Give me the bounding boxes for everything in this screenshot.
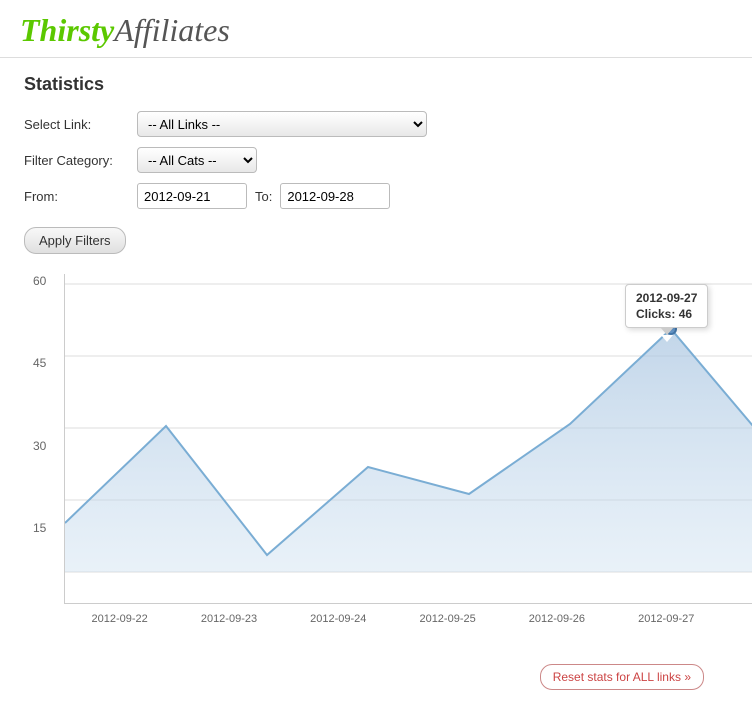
to-label: To:	[255, 189, 272, 204]
x-label-0922: 2012-09-22	[92, 613, 148, 625]
to-date-input[interactable]	[280, 183, 390, 209]
tooltip-clicks-value: 46	[679, 307, 692, 321]
tooltip-arrow-inner	[661, 335, 673, 342]
x-label-0924: 2012-09-24	[310, 613, 366, 625]
chart-wrapper: 60 45 30 15	[64, 274, 728, 604]
logo-affiliates: Affiliates	[114, 12, 230, 48]
select-link-row: Select Link: -- All Links --	[24, 111, 728, 137]
logo: ThirstyAffiliates	[20, 12, 732, 49]
y-label-15: 15	[33, 521, 46, 535]
y-axis-labels: 60 45 30 15	[33, 274, 46, 603]
select-link-label: Select Link:	[24, 117, 129, 132]
logo-thirsty: Thirsty	[20, 12, 114, 48]
tooltip-clicks: Clicks: 46	[636, 307, 697, 321]
select-link-dropdown[interactable]: -- All Links --	[137, 111, 427, 137]
from-date-input[interactable]	[137, 183, 247, 209]
page-title: Statistics	[24, 74, 728, 95]
filter-category-row: Filter Category: -- All Cats --	[24, 147, 728, 173]
x-axis-labels: 2012-09-22 2012-09-23 2012-09-24 2012-09…	[65, 613, 752, 625]
x-label-0926: 2012-09-26	[529, 613, 585, 625]
tooltip: 2012-09-27 Clicks: 46	[625, 284, 708, 328]
filter-category-label: Filter Category:	[24, 153, 129, 168]
content: Statistics Select Link: -- All Links -- …	[0, 58, 752, 706]
y-label-45: 45	[33, 356, 46, 370]
x-label-0923: 2012-09-23	[201, 613, 257, 625]
x-label-0927: 2012-09-27	[638, 613, 694, 625]
tooltip-clicks-label: Clicks:	[636, 307, 675, 321]
filter-category-dropdown[interactable]: -- All Cats --	[137, 147, 257, 173]
x-label-0925: 2012-09-25	[419, 613, 475, 625]
chart-container: 60 45 30 15	[64, 274, 752, 604]
header: ThirstyAffiliates	[0, 0, 752, 58]
apply-filters-button[interactable]: Apply Filters	[24, 227, 126, 254]
reset-stats-button[interactable]: Reset stats for ALL links »	[540, 664, 704, 690]
reset-button-row: Reset stats for ALL links »	[24, 664, 728, 690]
apply-filters-row: Apply Filters	[24, 219, 728, 254]
from-label: From:	[24, 189, 129, 204]
y-label-30: 30	[33, 439, 46, 453]
y-label-60: 60	[33, 274, 46, 288]
tooltip-arrow	[660, 327, 674, 335]
date-row: From: To:	[24, 183, 728, 209]
tooltip-date: 2012-09-27	[636, 291, 697, 305]
